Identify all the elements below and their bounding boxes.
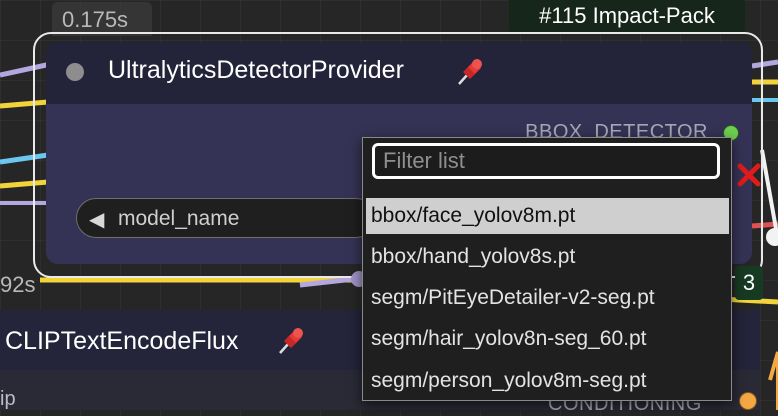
output-slot-conditioning[interactable] xyxy=(739,392,757,410)
dropdown-item[interactable]: bbox/hand_yolov8s.pt xyxy=(366,239,729,275)
arrow-left-icon[interactable]: ◀ xyxy=(89,207,104,232)
dropdown-item[interactable]: segm/PitEyeDetailer-v2-seg.pt xyxy=(366,280,729,316)
execution-time-badge: 0.175s xyxy=(52,2,152,36)
link-endpoint-dot[interactable] xyxy=(766,228,778,246)
collapse-toggle[interactable] xyxy=(66,63,84,81)
widget-label: model_name xyxy=(118,207,240,230)
dropdown-item[interactable]: segm/hair_yolov8n-seg_60.pt xyxy=(366,321,729,357)
node-header[interactable]: UltralyticsDetectorProvider xyxy=(46,42,752,104)
model-dropdown-menu[interactable]: bbox/face_yolov8m.pt bbox/hand_yolov8s.p… xyxy=(362,137,732,401)
node-title: CLIPTextEncodeFlux xyxy=(5,327,239,355)
node-pack-badge: #115 Impact-Pack xyxy=(509,0,745,34)
input-label-clip: ip xyxy=(0,388,16,410)
wire-orange xyxy=(768,351,778,410)
dropdown-item[interactable]: segm/person_yolov8m-seg.pt xyxy=(366,363,729,399)
side-badge: 3 xyxy=(735,266,763,300)
pin-icon[interactable] xyxy=(276,325,306,357)
pin-icon[interactable] xyxy=(455,56,485,88)
dropdown-item[interactable]: bbox/face_yolov8m.pt xyxy=(366,198,729,234)
node-title: UltralyticsDetectorProvider xyxy=(108,56,404,84)
close-icon[interactable] xyxy=(734,160,764,190)
model-name-combo[interactable]: ◀ model_name xyxy=(76,198,376,238)
execution-time-badge-secondary: 92s xyxy=(0,272,36,297)
filter-list-input[interactable] xyxy=(372,143,720,179)
